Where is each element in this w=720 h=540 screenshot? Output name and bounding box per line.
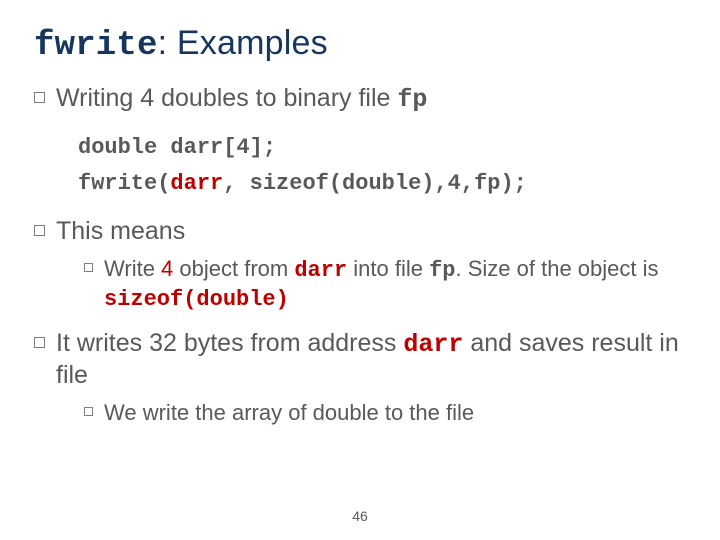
code-l2-a: fwrite(: [78, 171, 170, 196]
bullet-1-text: Writing 4 doubles to binary file: [56, 84, 397, 112]
square-bullet-icon: [34, 92, 45, 103]
page-number: 46: [0, 508, 720, 524]
code-l2-darr: darr: [170, 171, 223, 196]
slide-title: fwrite: Examples: [34, 24, 686, 65]
bullet-3: It writes 32 bytes from address darr and…: [34, 328, 686, 427]
code-l2-b: , sizeof(double),4,fp);: [223, 171, 527, 196]
b2s-sod: sizeof(double): [104, 287, 289, 312]
b3-darr: darr: [403, 330, 463, 359]
bullet-list: Writing 4 doubles to binary file fp doub…: [34, 83, 686, 426]
bullet-1: Writing 4 doubles to binary file fp doub…: [34, 83, 686, 202]
title-code: fwrite: [34, 27, 158, 65]
b3-sub-text: We write the array of double to the file: [104, 400, 474, 425]
sub-list-2: Write 4 object from darr into file fp. S…: [56, 255, 686, 314]
b2s-darr: darr: [294, 258, 347, 283]
sub-list-3: We write the array of double to the file: [56, 399, 686, 427]
b2s-fp: fp: [429, 258, 455, 283]
b3-a: It writes 32 bytes from address: [56, 329, 403, 357]
square-bullet-icon: [34, 337, 45, 348]
slide: fwrite: Examples Writing 4 doubles to bi…: [0, 0, 720, 540]
square-bullet-icon: [34, 225, 45, 236]
bullet-2-sub: Write 4 object from darr into file fp. S…: [84, 255, 686, 314]
square-bullet-icon: [84, 263, 93, 272]
title-rest: : Examples: [158, 24, 328, 62]
code-line-1: double darr[4];: [78, 130, 686, 166]
bullet-2-text: This means: [56, 217, 185, 245]
b2s-b: object from: [173, 256, 294, 281]
b2s-d: . Size of the object is: [456, 256, 659, 281]
b2s-a: Write: [104, 256, 161, 281]
bullet-3-sub: We write the array of double to the file: [84, 399, 686, 427]
b2s-4: 4: [161, 256, 173, 281]
square-bullet-icon: [84, 407, 93, 416]
code-line-2: fwrite(darr, sizeof(double),4,fp);: [78, 166, 686, 202]
bullet-1-fp: fp: [397, 85, 427, 114]
bullet-2: This means Write 4 object from darr into…: [34, 216, 686, 314]
b2s-c: into file: [347, 256, 429, 281]
code-block: double darr[4]; fwrite(darr, sizeof(doub…: [78, 130, 686, 203]
